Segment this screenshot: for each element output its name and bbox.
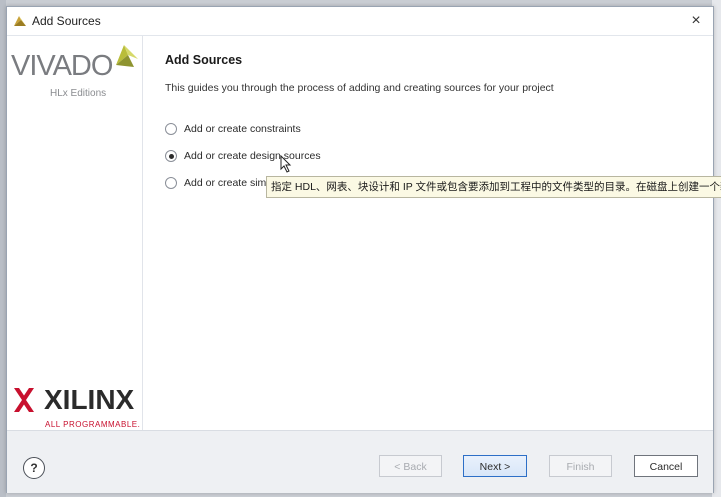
cancel-button[interactable]: Cancel (634, 455, 698, 477)
option-constraints[interactable]: Add or create constraints (165, 120, 301, 138)
option-label: Add or create simu (184, 177, 273, 189)
xilinx-tagline: ALL PROGRAMMABLE. (45, 420, 141, 429)
xilinx-logo-text: XILINX (44, 384, 135, 415)
vivado-leaf-icon (14, 16, 26, 26)
radio-constraints[interactable] (165, 123, 177, 135)
editions-label: HLx Editions (50, 88, 107, 99)
brand-panel: VIVADO HLx Editions XILINX ALL PROGRAMMA… (8, 36, 143, 430)
next-button[interactable]: Next > (463, 455, 527, 477)
back-button[interactable]: < Back (379, 455, 442, 477)
finish-button[interactable]: Finish (549, 455, 612, 477)
option-simulation-sources[interactable]: Add or create simu (165, 174, 272, 192)
option-label: Add or create design sources (184, 150, 321, 162)
main-content: Add Sources This guides you through the … (143, 36, 712, 430)
option-label: Add or create constraints (184, 123, 301, 135)
window-title: Add Sources (32, 14, 101, 28)
radio-simulation-sources[interactable] (165, 177, 177, 189)
vivado-logo-text: VIVADO (11, 50, 113, 82)
add-sources-dialog: Add Sources × VIVADO HLx Editions XILINX… (6, 6, 714, 493)
page-title: Add Sources (165, 53, 243, 67)
vivado-leaf-icon (116, 45, 138, 67)
button-bar: ? < Back Next > Finish Cancel (7, 430, 713, 493)
radio-design-sources[interactable] (165, 150, 177, 162)
mouse-cursor-icon (280, 155, 292, 173)
help-icon[interactable]: ? (23, 457, 45, 479)
tooltip: 指定 HDL、网表、块设计和 IP 文件或包含要添加到工程中的文件类型的目录。在… (266, 176, 721, 198)
xilinx-logo-icon (14, 388, 34, 412)
option-design-sources[interactable]: Add or create design sources (165, 147, 321, 165)
close-icon[interactable]: × (685, 10, 707, 32)
title-bar: Add Sources × (7, 7, 713, 36)
page-description: This guides you through the process of a… (165, 82, 554, 94)
